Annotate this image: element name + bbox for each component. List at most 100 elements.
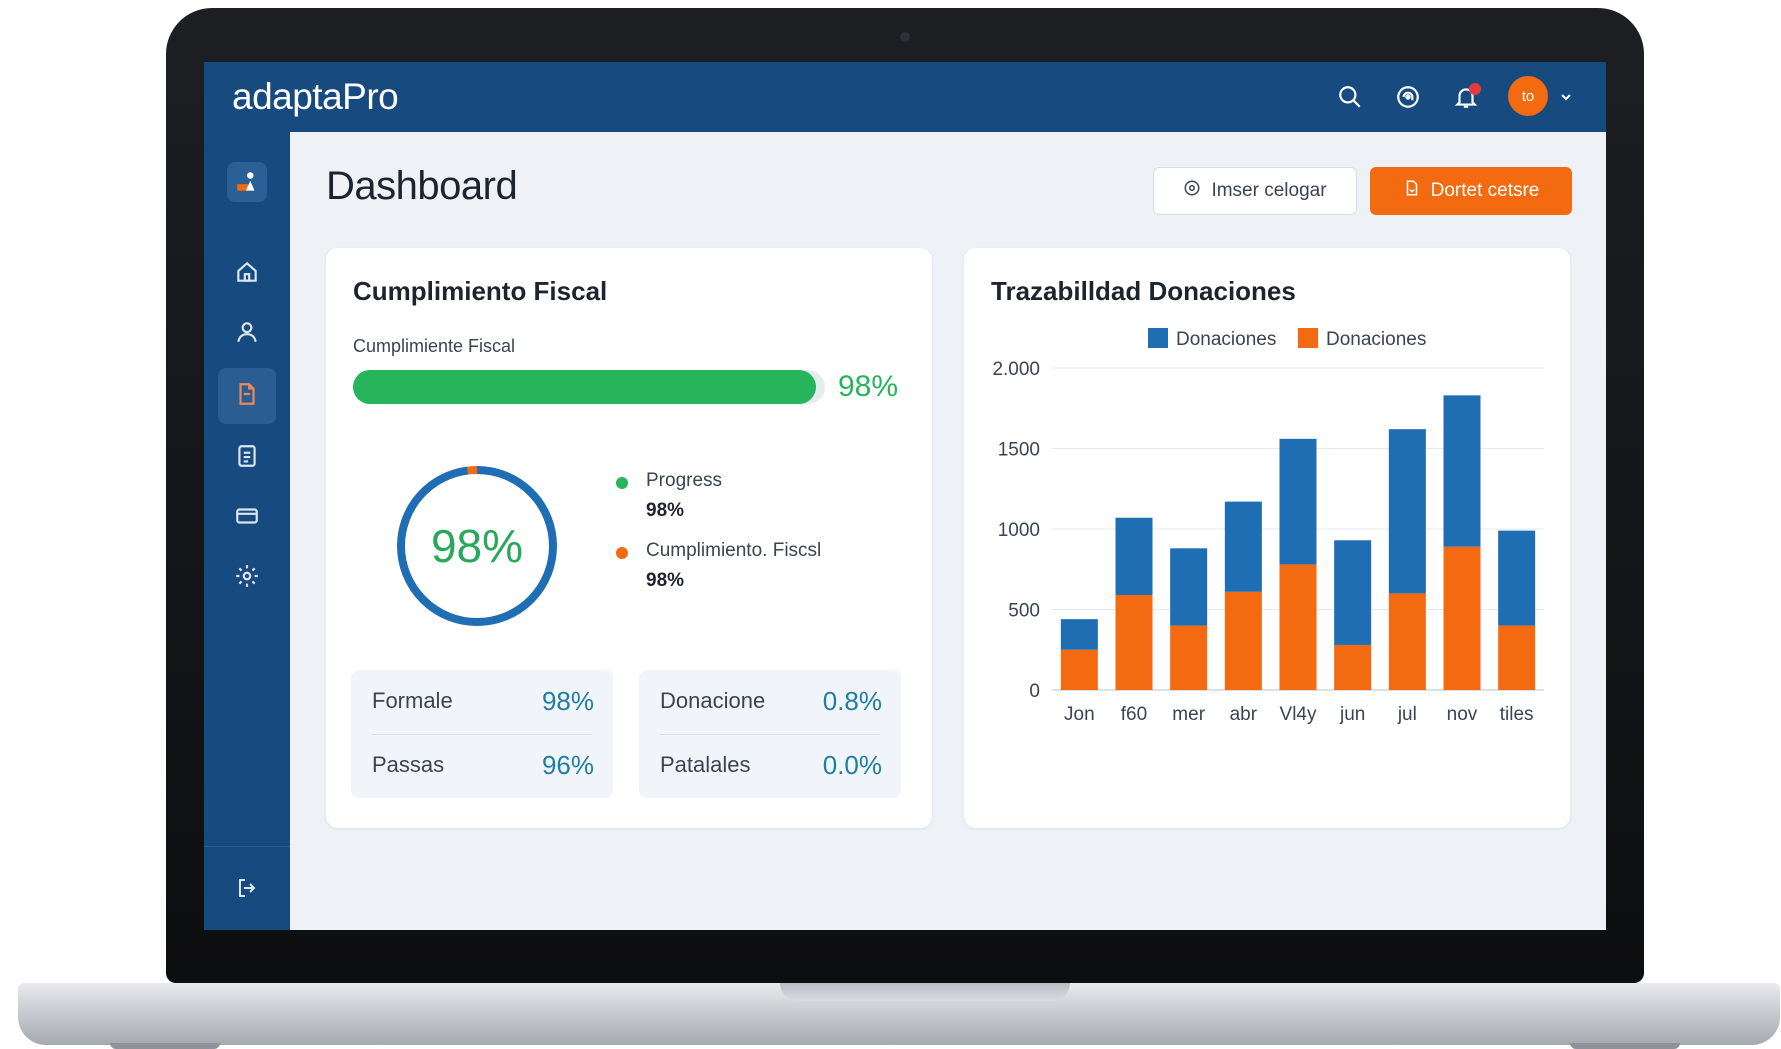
bar-segment	[1224, 501, 1262, 592]
main-content: Dashboard Imser celogar Dortet cetsre Cu…	[290, 132, 1606, 930]
donations-card: Trazabilldad Donaciones 2.000 1500 1000 500…	[964, 248, 1570, 828]
sidebar-item-logout[interactable]	[218, 862, 276, 918]
card-title: Cumplimiento Fiscal	[353, 276, 608, 306]
stat-box-left: Formale 98% Passas 96%	[351, 670, 613, 798]
x-tick-label: Vl4y	[1280, 704, 1317, 725]
sidebar-item-users[interactable]	[218, 306, 276, 362]
legend-value: 98%	[646, 500, 685, 521]
app-logo[interactable]: adaptaPro	[232, 76, 399, 118]
bar-segment	[1170, 548, 1208, 626]
stat-name: Formale	[372, 688, 453, 713]
avatar[interactable]: to	[1508, 76, 1548, 116]
donations-chart: 2.000 1500 1000 500 0 Jon f60 mer abr Vl4y jun jul n…	[992, 328, 1544, 725]
bell-icon[interactable]	[1450, 81, 1482, 113]
checklist-icon	[234, 443, 260, 474]
legend-name: Cumplimiento. Fiscsl	[646, 540, 822, 561]
notification-badge	[1469, 83, 1481, 95]
bar-segment	[1388, 593, 1426, 690]
search-icon[interactable]	[1334, 81, 1366, 113]
y-tick-label: 2.000	[992, 359, 1040, 380]
logout-icon	[235, 876, 259, 905]
legend-swatch	[1148, 328, 1168, 348]
y-tick-label: 0	[1029, 681, 1040, 702]
progress-bar	[353, 370, 825, 404]
sidebar-item-settings[interactable]	[218, 550, 276, 606]
secondary-action-label: Imser celogar	[1211, 180, 1327, 201]
user-icon	[234, 319, 260, 350]
bar-segment	[1279, 438, 1317, 565]
x-tick-label: Jon	[1064, 704, 1095, 725]
bar-segment	[1334, 540, 1372, 645]
laptop-notch	[780, 983, 1070, 1001]
primary-action-button[interactable]: Dortet cetsre	[1370, 167, 1572, 215]
target-icon	[1183, 179, 1201, 203]
x-tick-label: jun	[1339, 704, 1365, 725]
legend-name: Progress	[646, 470, 723, 491]
chevron-down-icon[interactable]	[1550, 81, 1582, 113]
document-icon	[234, 381, 260, 412]
stat-name: Patalales	[660, 752, 751, 777]
bar-segment	[1060, 649, 1098, 690]
fiscal-compliance-card: Cumplimiento Fiscal Cumplimiente Fiscal …	[326, 248, 932, 828]
x-tick-label: nov	[1447, 704, 1478, 725]
brand-icon	[227, 162, 267, 202]
x-tick-label: abr	[1230, 704, 1258, 725]
stat-name: Donacione	[660, 688, 766, 713]
legend-label: Donaciones	[1326, 329, 1426, 350]
bar-segment	[1388, 429, 1426, 594]
sidebar-item-home[interactable]	[218, 246, 276, 302]
bar-segment	[1498, 530, 1536, 626]
x-tick-label: mer	[1172, 704, 1205, 725]
stat-value: 0.0%	[822, 750, 882, 780]
bar-segment	[1115, 595, 1153, 690]
x-tick-label: f60	[1121, 704, 1147, 725]
legend-swatch	[1298, 328, 1318, 348]
page-title: Dashboard	[326, 164, 518, 208]
legend-dot-green	[616, 477, 628, 489]
sidebar-divider	[204, 846, 290, 847]
bar-segment	[1334, 644, 1372, 690]
settings-icon	[234, 563, 260, 594]
laptop-base	[18, 983, 1780, 1045]
stat-row: Passas 96%	[372, 744, 594, 788]
legend-label: Donaciones	[1176, 329, 1276, 350]
sidebar-item-payments[interactable]	[218, 490, 276, 546]
bar-segment	[1115, 517, 1153, 596]
laptop-foot	[1570, 1043, 1680, 1049]
primary-action-label: Dortet cetsre	[1430, 180, 1540, 201]
progress-bar-value: 98%	[838, 370, 899, 403]
legend-dot-orange	[616, 547, 628, 559]
app-screen: adaptaPro to Dashboard Imser celogar Dor…	[204, 62, 1606, 930]
stat-box-right: Donacione 0.8% Patalales 0.0%	[639, 670, 901, 798]
y-tick-label: 500	[1008, 601, 1040, 622]
export-icon	[1403, 179, 1421, 203]
legend-value: 98%	[646, 570, 685, 591]
stat-row: Patalales 0.0%	[660, 744, 882, 788]
card-icon	[234, 503, 260, 534]
support-icon[interactable]	[1392, 81, 1424, 113]
bar-segment	[1224, 591, 1262, 690]
stat-divider	[660, 734, 880, 735]
bar-segment	[1443, 546, 1481, 690]
y-tick-label: 1000	[998, 520, 1040, 541]
laptop-foot	[110, 1043, 220, 1049]
sidebar	[204, 132, 290, 930]
bar-segment	[1060, 619, 1098, 650]
stat-value: 98%	[541, 686, 594, 716]
sidebar-item-documents[interactable]	[218, 368, 276, 424]
secondary-action-button[interactable]: Imser celogar	[1153, 167, 1357, 215]
stat-divider	[372, 734, 592, 735]
progress-ring-value: 98%	[430, 520, 524, 572]
home-icon	[234, 259, 260, 290]
bar-segment	[1498, 625, 1536, 690]
sidebar-item-reports[interactable]	[218, 430, 276, 486]
stat-row: Donacione 0.8%	[660, 680, 882, 724]
sidebar-item-brand[interactable]	[218, 156, 276, 208]
top-bar: adaptaPro to	[204, 62, 1606, 132]
x-tick-label: tiles	[1500, 704, 1534, 725]
stat-value: 96%	[541, 750, 594, 780]
stat-name: Passas	[372, 752, 445, 777]
bar-segment	[1443, 395, 1481, 547]
bar-segment	[1170, 625, 1208, 690]
y-tick-label: 1500	[998, 440, 1040, 461]
